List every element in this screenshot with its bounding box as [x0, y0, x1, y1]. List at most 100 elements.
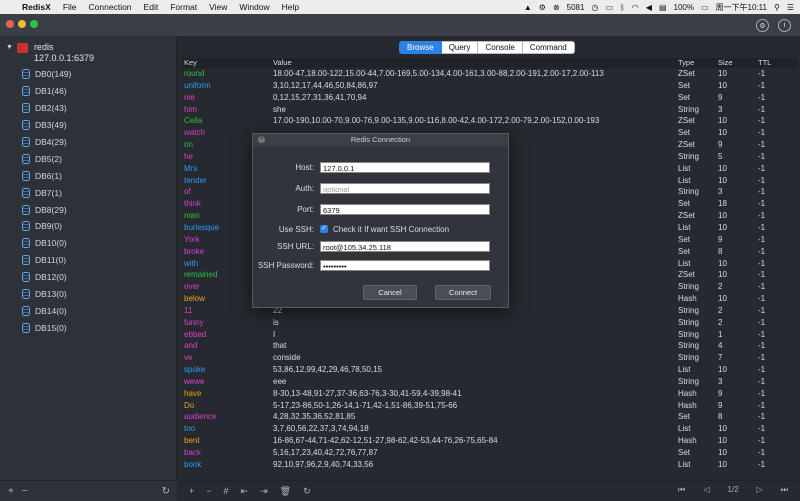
- use-ssh-checkbox[interactable]: ✓: [320, 225, 328, 233]
- tab-command[interactable]: Command: [522, 41, 575, 54]
- sidebar-db-item[interactable]: DB13(0): [22, 286, 71, 303]
- window-zoom-button[interactable]: [30, 20, 38, 28]
- sidebar-db-item[interactable]: DB7(1): [22, 184, 71, 201]
- window-close-button[interactable]: [6, 20, 14, 28]
- auth-input[interactable]: optional: [320, 182, 490, 194]
- sidebar-db-item[interactable]: DB12(0): [22, 269, 71, 286]
- table-row[interactable]: and that String 4 -1: [182, 340, 798, 352]
- import-button[interactable]: ⇤: [241, 486, 249, 497]
- add-server-button[interactable]: +: [8, 486, 14, 497]
- close-circle-icon[interactable]: ⊗: [553, 3, 560, 12]
- table-row[interactable]: ve conside String 7 -1: [182, 352, 798, 364]
- menu-edit[interactable]: Edit: [144, 2, 159, 12]
- menu-window[interactable]: Window: [239, 2, 269, 12]
- table-row[interactable]: uniform 3,10,12,17,44,46,50,84,86,97 Set 10…: [182, 80, 798, 92]
- cell-ttl: -1: [758, 140, 766, 150]
- sidebar-db-item[interactable]: DB0(149): [22, 66, 71, 83]
- table-row[interactable]: Do 5-17,23-86,50-1,26-14,1-71,42-1,51-86,…: [182, 400, 798, 412]
- window-minimize-button[interactable]: [18, 20, 26, 28]
- expand-triangle-icon[interactable]: ▼: [6, 44, 13, 64]
- last-page-button[interactable]: ⏭: [781, 485, 788, 495]
- table-row[interactable]: too 3,7,60,56,22,37,3,74,94,18 List 10 -1: [182, 423, 798, 435]
- header-key[interactable]: Key: [182, 58, 273, 68]
- reload-button[interactable]: ↻: [303, 486, 311, 497]
- tab-query[interactable]: Query: [441, 41, 479, 54]
- menu-file[interactable]: File: [63, 2, 77, 12]
- sidebar-db-item[interactable]: DB15(0): [22, 319, 71, 336]
- table-row[interactable]: Celia 17.00-190,10.00-70,9.00-76,9.00-135…: [182, 115, 798, 127]
- refresh-button[interactable]: ↻: [162, 486, 170, 497]
- cell-size: 3: [718, 104, 723, 114]
- export-button[interactable]: ⇥: [260, 486, 268, 497]
- table-row[interactable]: funny is String 2 -1: [182, 317, 798, 329]
- tab-console[interactable]: Console: [478, 41, 523, 54]
- cell-ttl: -1: [758, 175, 766, 185]
- table-row[interactable]: him she String 3 -1: [182, 104, 798, 116]
- sidebar-db-item[interactable]: DB9(0): [22, 218, 71, 235]
- table-row[interactable]: me 0,12,15,27,31,36,41,70,94 Set 9 -1: [182, 92, 798, 104]
- add-key-button[interactable]: +: [189, 486, 194, 496]
- cell-ttl: -1: [758, 448, 766, 457]
- connect-button[interactable]: Connect: [435, 285, 491, 300]
- sidebar-db-item[interactable]: DB8(29): [22, 201, 71, 218]
- header-value[interactable]: Value: [273, 58, 678, 68]
- table-row[interactable]: ebbed I String 1 -1: [182, 329, 798, 341]
- battery-icon[interactable]: ▭: [701, 3, 709, 12]
- dialog-close-icon[interactable]: ×: [258, 136, 265, 143]
- table-row[interactable]: wewe eee String 3 -1: [182, 376, 798, 388]
- tab-browse[interactable]: Browse: [399, 41, 442, 54]
- list-icon[interactable]: ☰: [787, 3, 794, 12]
- port-input[interactable]: 6379: [320, 203, 490, 215]
- settings-icon[interactable]: ⚙: [756, 19, 769, 32]
- shield-icon[interactable]: ▲: [524, 3, 532, 12]
- server-node[interactable]: ▼ redis 127.0.0.1:6379: [6, 42, 94, 64]
- sidebar-db-item[interactable]: DB4(29): [22, 134, 71, 151]
- sidebar-db-item[interactable]: DB6(1): [22, 167, 71, 184]
- table-row[interactable]: book 92,10,97,96,2,9,40,74,33,56 List 10 -1: [182, 459, 798, 471]
- table-row[interactable]: have 8-30,13-48,91-27,37-36,63-76,3-30,41…: [182, 388, 798, 400]
- monitor-icon[interactable]: ▭: [605, 3, 613, 12]
- ssh-url-input[interactable]: root@105.34.25.118: [320, 240, 490, 252]
- sidebar-db-item[interactable]: DB1(46): [22, 83, 71, 100]
- ssh-password-input[interactable]: •••••••••: [320, 259, 490, 271]
- header-type[interactable]: Type: [678, 58, 718, 68]
- wifi-icon[interactable]: ◠: [632, 3, 639, 12]
- bluetooth-icon[interactable]: ᛒ: [620, 3, 625, 12]
- gear-icon[interactable]: ⚙: [539, 3, 546, 12]
- first-page-button[interactable]: ⏮: [678, 485, 685, 495]
- remove-server-button[interactable]: −: [22, 486, 28, 497]
- next-page-button[interactable]: ▷: [757, 485, 763, 495]
- sidebar-db-item[interactable]: DB3(49): [22, 117, 71, 134]
- clock-icon[interactable]: ◷: [591, 3, 598, 12]
- menu-view[interactable]: View: [209, 2, 227, 12]
- prev-page-button[interactable]: ◁: [703, 485, 709, 495]
- search-icon[interactable]: ⚲: [774, 3, 780, 12]
- cell-value: 5-17,23-86,50-1,26-14,1-71,42-1,51-86,39…: [273, 400, 458, 410]
- info-icon[interactable]: i: [778, 19, 791, 32]
- remove-key-button[interactable]: −: [206, 486, 211, 496]
- sidebar-db-item[interactable]: DB5(2): [22, 150, 71, 167]
- menu-connection[interactable]: Connection: [89, 2, 132, 12]
- menu-app[interactable]: RedisX: [22, 2, 51, 12]
- hash-button[interactable]: #: [224, 486, 229, 496]
- clock-text[interactable]: 周一下午10:11: [716, 2, 767, 13]
- table-row[interactable]: bent 16-86,67-44,71-42,62-12,51-27,98-62,…: [182, 435, 798, 447]
- table-row[interactable]: audience 4,28,32,35,36,52,81,85 Set 8 -1: [182, 411, 798, 423]
- table-row[interactable]: back 5,16,17,23,40,42,72,76,77,87 Set 10 -1: [182, 447, 798, 459]
- sidebar-db-item[interactable]: DB2(43): [22, 100, 71, 117]
- table-row[interactable]: spoke 53,86,12,99,42,29,46,78,50,15 List 10…: [182, 364, 798, 376]
- sidebar-db-item[interactable]: DB14(0): [22, 302, 71, 319]
- header-size[interactable]: Size: [718, 58, 758, 68]
- cancel-button[interactable]: Cancel: [363, 285, 417, 300]
- trash-icon[interactable]: 🗑: [280, 486, 291, 497]
- menu-format[interactable]: Format: [170, 2, 197, 12]
- table-row[interactable]: round 18.00-47,18.00-122,15.00-44,7.00-16…: [182, 68, 798, 80]
- menu-help[interactable]: Help: [282, 2, 299, 12]
- cell-type: List: [678, 222, 691, 232]
- host-input[interactable]: 127.0.0.1: [320, 161, 490, 173]
- header-ttl[interactable]: TTL: [758, 58, 798, 68]
- sidebar-db-item[interactable]: DB10(0): [22, 235, 71, 252]
- flag-icon[interactable]: ▤: [659, 3, 667, 12]
- volume-icon[interactable]: ◀: [646, 3, 652, 12]
- sidebar-db-item[interactable]: DB11(0): [22, 252, 71, 269]
